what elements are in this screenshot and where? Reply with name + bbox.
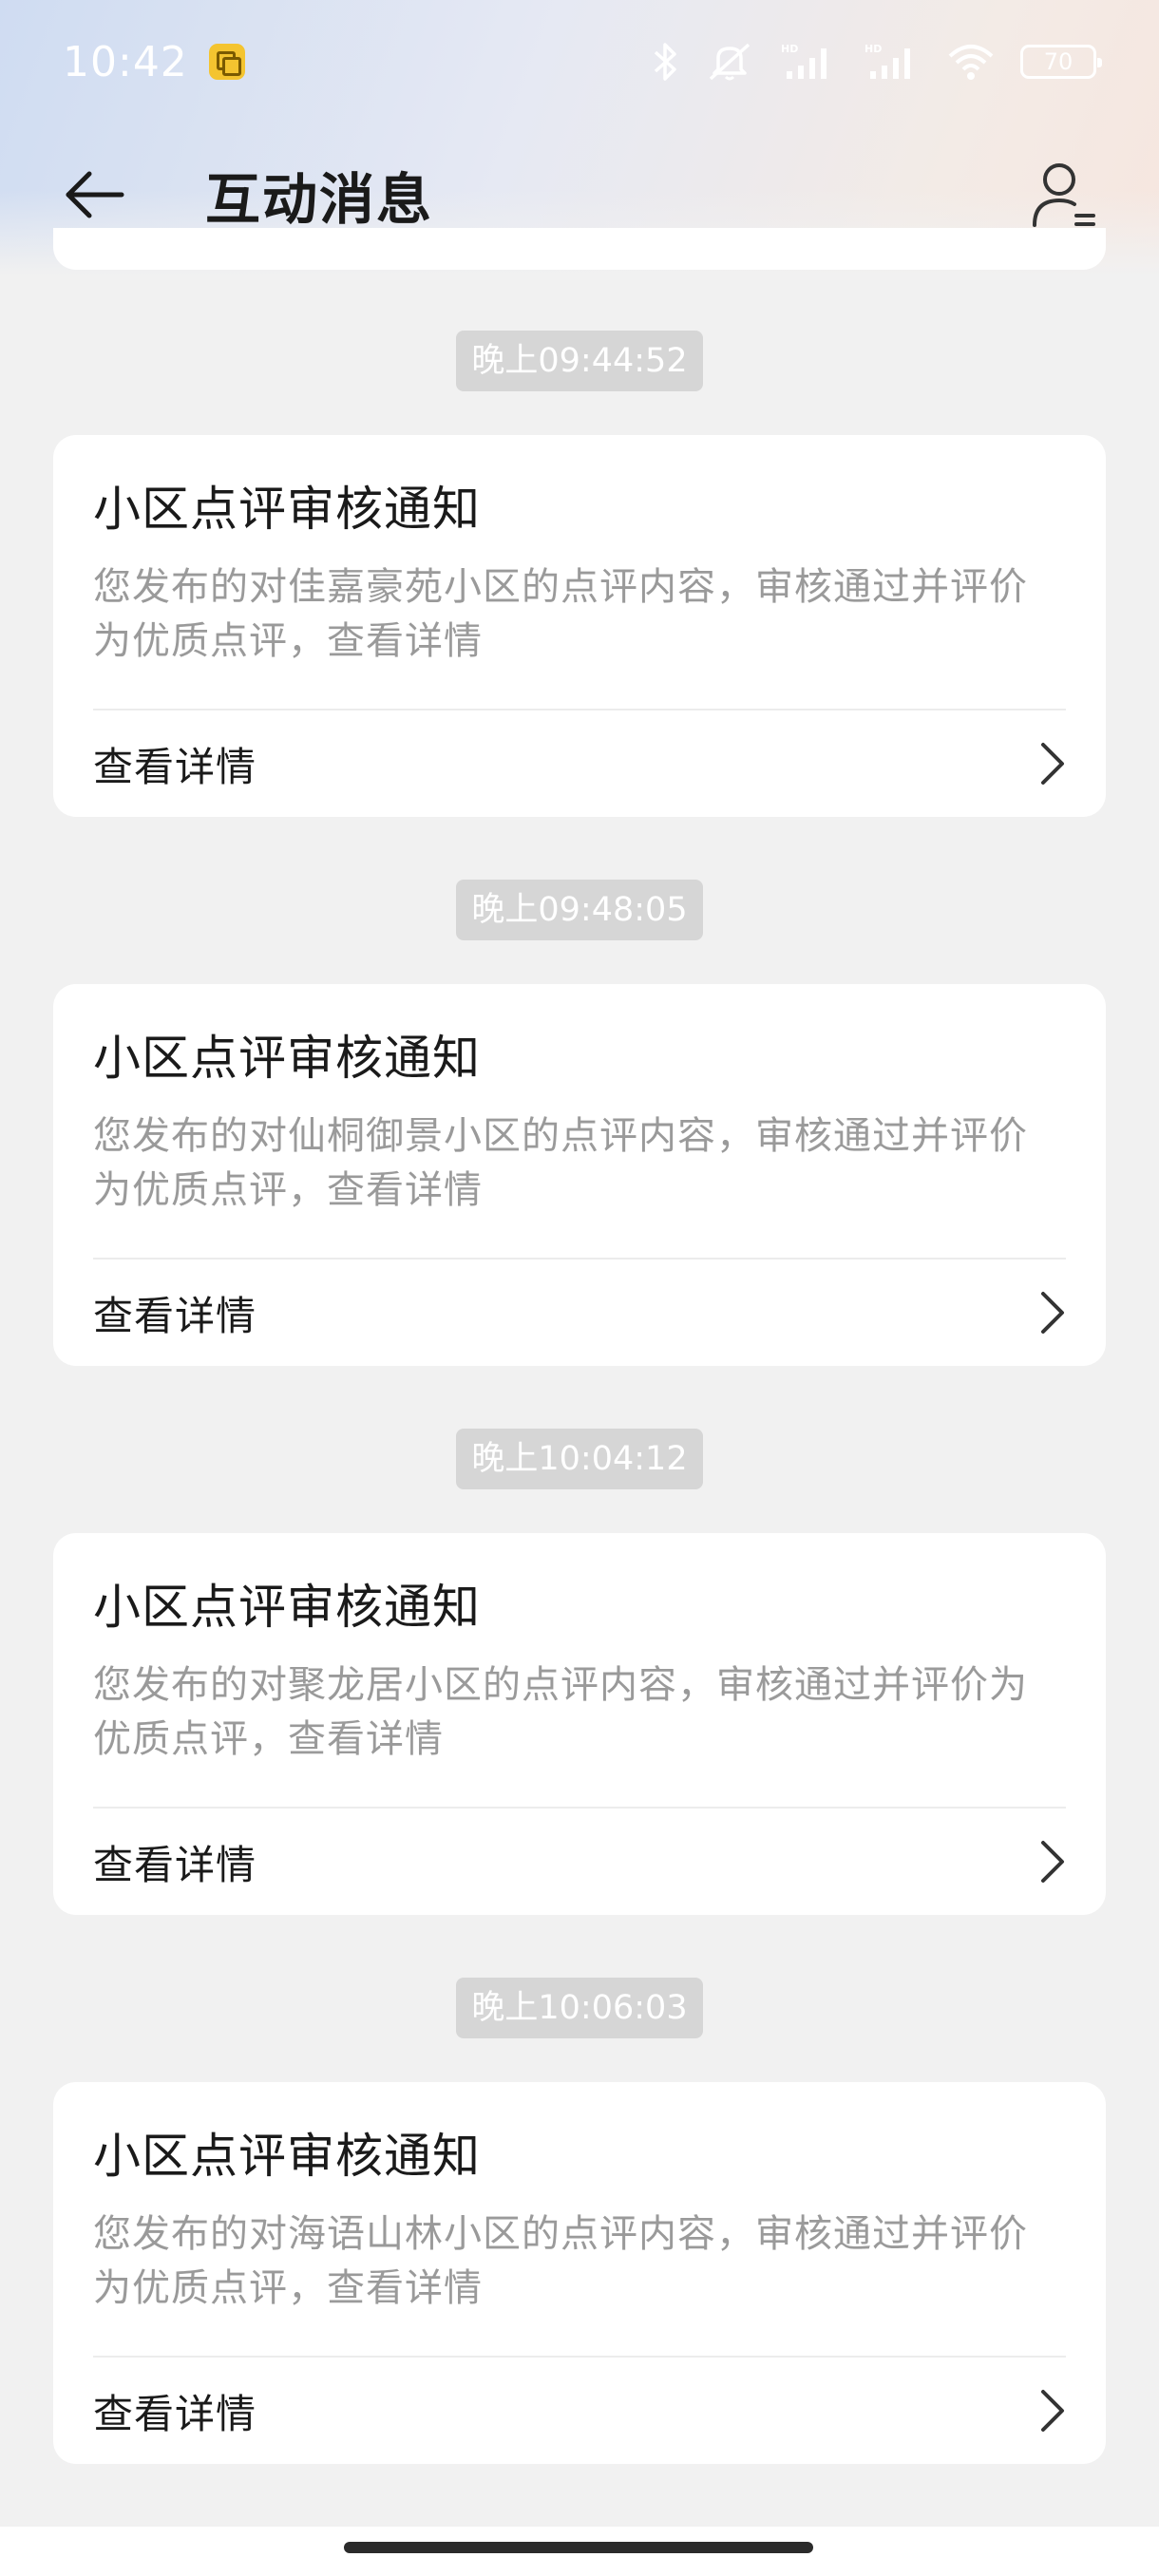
svg-text:HD: HD	[864, 43, 882, 55]
status-icons: HD HD 70	[652, 41, 1102, 83]
timestamp-label: 晚上09:48:05	[456, 880, 703, 940]
message-card[interactable]: 小区点评审核通知 您发布的对海语山林小区的点评内容，审核通过并评价为优质点评，查…	[53, 2082, 1106, 2464]
message-group: 晚上10:04:12 小区点评审核通知 您发布的对聚龙居小区的点评内容，审核通过…	[0, 1429, 1159, 1915]
notification-badge-icon	[208, 44, 245, 80]
message-body: 您发布的对仙桐御景小区的点评内容，审核通过并评价为优质点评，查看详情	[93, 1114, 1028, 1212]
timestamp-label: 晚上10:06:03	[456, 1978, 703, 2038]
status-bar: 10:42 HD HD 70	[0, 0, 1159, 123]
message-group: 晚上09:44:52 小区点评审核通知 您发布的对佳嘉豪苑小区的点评内容，审核通…	[0, 331, 1159, 817]
message-title: 小区点评审核通知	[93, 1580, 481, 1635]
message-title: 小区点评审核通知	[93, 1031, 481, 1086]
previous-card-edge	[53, 228, 1106, 270]
svg-text:HD: HD	[781, 43, 798, 55]
hd-signal-icon: HD	[863, 41, 922, 83]
message-card[interactable]: 小区点评审核通知 您发布的对仙桐御景小区的点评内容，审核通过并评价为优质点评，查…	[53, 984, 1106, 1366]
hd-signal-icon: HD	[779, 41, 838, 83]
chevron-right-icon	[1037, 2388, 1066, 2434]
view-details-row[interactable]: 查看详情	[93, 1260, 1066, 1366]
view-details-row[interactable]: 查看详情	[93, 1809, 1066, 1915]
message-group: 晚上10:06:03 小区点评审核通知 您发布的对海语山林小区的点评内容，审核通…	[0, 1978, 1159, 2464]
back-arrow-icon[interactable]	[61, 157, 137, 233]
timestamp-label: 晚上10:04:12	[456, 1429, 703, 1489]
status-time: 10:42	[63, 37, 188, 86]
view-details-label: 查看详情	[93, 1841, 257, 1888]
message-body: 您发布的对海语山林小区的点评内容，审核通过并评价为优质点评，查看详情	[93, 2212, 1028, 2310]
view-details-row[interactable]: 查看详情	[93, 710, 1066, 817]
bluetooth-icon	[652, 41, 680, 83]
message-card[interactable]: 小区点评审核通知 您发布的对佳嘉豪苑小区的点评内容，审核通过并评价为优质点评，查…	[53, 435, 1106, 817]
view-details-label: 查看详情	[93, 743, 257, 790]
chevron-right-icon	[1037, 1839, 1066, 1885]
home-indicator[interactable]	[344, 2542, 813, 2553]
page-title: 互动消息	[205, 167, 434, 232]
message-group: 晚上09:48:05 小区点评审核通知 您发布的对仙桐御景小区的点评内容，审核通…	[0, 880, 1159, 1366]
view-details-row[interactable]: 查看详情	[93, 2358, 1066, 2464]
message-feed: 晚上09:44:52 小区点评审核通知 您发布的对佳嘉豪苑小区的点评内容，审核通…	[0, 331, 1159, 2464]
user-settings-icon[interactable]	[1026, 157, 1102, 233]
wifi-icon	[946, 41, 996, 83]
message-title: 小区点评审核通知	[93, 482, 481, 537]
message-card[interactable]: 小区点评审核通知 您发布的对聚龙居小区的点评内容，审核通过并评价为优质点评，查看…	[53, 1533, 1106, 1915]
view-details-label: 查看详情	[93, 2390, 257, 2437]
message-body: 您发布的对佳嘉豪苑小区的点评内容，审核通过并评价为优质点评，查看详情	[93, 565, 1028, 663]
timestamp-label: 晚上09:44:52	[456, 331, 703, 391]
battery-icon: 70	[1020, 45, 1102, 79]
chevron-right-icon	[1037, 1290, 1066, 1335]
mute-icon	[705, 41, 754, 83]
chevron-right-icon	[1037, 741, 1066, 786]
view-details-label: 查看详情	[93, 1292, 257, 1339]
message-title: 小区点评审核通知	[93, 2129, 481, 2184]
message-body: 您发布的对聚龙居小区的点评内容，审核通过并评价为优质点评，查看详情	[93, 1663, 1028, 1761]
